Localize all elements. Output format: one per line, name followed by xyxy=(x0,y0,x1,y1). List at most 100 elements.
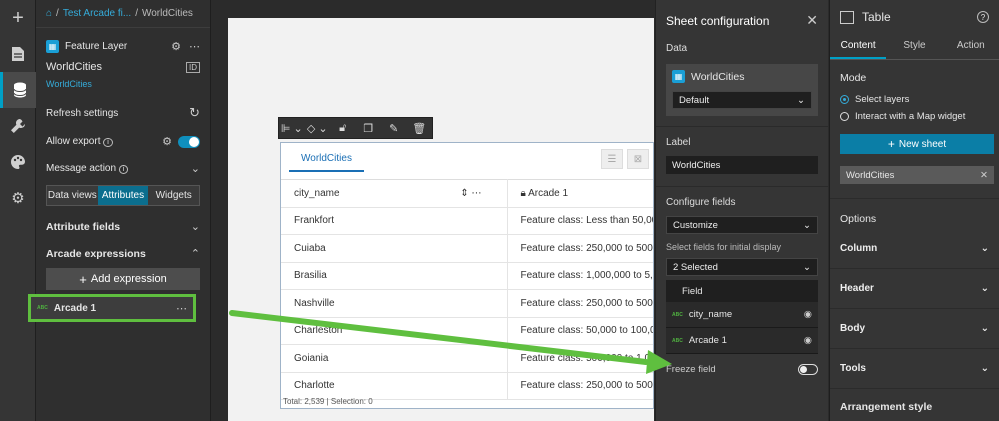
table-settings-panel: Table ? Content Style Action Mode Select… xyxy=(829,0,999,421)
help-icon[interactable]: ? xyxy=(977,11,989,23)
table-footer: Total: 2,539 | Selection: 0 xyxy=(283,397,373,406)
data-source-name: WorldCities xyxy=(691,70,745,83)
column-header-arcade[interactable]: 🔒︎ Arcade 1 xyxy=(507,179,653,208)
arcade-expressions-heading: Arcade expressions xyxy=(46,247,146,260)
table-tab[interactable]: WorldCities xyxy=(289,147,364,172)
radio-select-layers[interactable]: Select layers xyxy=(830,84,999,105)
data-source-card: ▦ WorldCities Default ⌄ xyxy=(666,64,818,116)
data-icon[interactable] xyxy=(0,72,36,108)
breadcrumb-link[interactable]: Test Arcade fi... xyxy=(63,8,131,19)
delete-icon[interactable]: 🗑︎ xyxy=(407,122,433,135)
text-field-icon: ABC xyxy=(672,337,683,344)
radio-map-widget[interactable]: Interact with a Map widget xyxy=(830,105,999,122)
plus-icon: + xyxy=(887,137,895,151)
table-row[interactable]: NashvilleFeature class: 250,000 to 500,0… xyxy=(281,289,653,318)
sheet-config-title: Sheet configuration xyxy=(666,13,770,28)
clear-selection-icon[interactable]: ⊠ xyxy=(627,149,649,169)
selected-fields-select[interactable]: 2 Selected ⌄ xyxy=(666,258,818,276)
arrangement-style-heading: Arrangement style xyxy=(840,401,933,413)
table-row[interactable]: CuiabaFeature class: 250,000 to 500,000 xyxy=(281,234,653,263)
text-field-icon: ABC xyxy=(37,305,48,311)
chevron-down-icon: ⌄ xyxy=(980,243,989,254)
widget-title: Table xyxy=(862,10,891,24)
id-icon[interactable]: ID xyxy=(186,61,200,73)
accordion-header[interactable]: Header ⌄ xyxy=(830,269,999,309)
plus-icon[interactable]: + xyxy=(0,0,36,36)
table-row[interactable]: Charleston Feature class: 50,000 to 100,0… xyxy=(281,317,653,345)
arcade-expression-item[interactable]: ABC Arcade 1 ⋯ xyxy=(28,294,196,322)
chevron-up-icon[interactable]: ⌃ xyxy=(191,247,200,260)
accordion-body[interactable]: Body ⌄ xyxy=(830,309,999,349)
chevron-down-icon: ⌄ xyxy=(980,283,989,294)
info-icon[interactable]: i xyxy=(118,165,129,174)
export-settings-icon[interactable]: ⚙ xyxy=(162,135,172,148)
data-view-select[interactable]: Default ⌄ xyxy=(672,91,812,109)
freeze-field-toggle[interactable] xyxy=(798,364,818,375)
accordion-column[interactable]: Column ⌄ xyxy=(830,229,999,269)
page-icon[interactable] xyxy=(0,36,36,72)
attribute-fields-heading: Attribute fields xyxy=(46,220,121,233)
gear-icon[interactable]: ⚙ xyxy=(0,180,36,216)
label-input[interactable]: WorldCities xyxy=(666,156,818,174)
sort-icon[interactable]: ⇕ ⋯ xyxy=(460,188,481,199)
layer-name: WorldCities xyxy=(46,61,103,73)
layer-link[interactable]: WorldCities xyxy=(46,79,92,89)
add-expression-button[interactable]: + Add expression xyxy=(46,268,200,290)
table-row[interactable]: GoianiaFeature class: 500,000 to 1,000,0… xyxy=(281,344,653,373)
mode-heading: Mode xyxy=(840,72,867,84)
table-row[interactable]: CharlotteFeature class: 250,000 to 500,0… xyxy=(281,372,653,400)
align-icon[interactable]: ⊫ ⌄ xyxy=(279,122,305,135)
tab-attributes[interactable]: Attributes xyxy=(97,186,149,205)
field-row-city-name[interactable]: ABC city_name ◉ xyxy=(666,302,818,328)
plus-icon: + xyxy=(79,271,87,287)
palette-icon[interactable] xyxy=(0,144,36,180)
tab-data-views[interactable]: Data views xyxy=(47,186,98,205)
chevron-down-icon: ⌄ xyxy=(980,323,989,334)
options-heading: Options xyxy=(840,213,877,225)
info-icon[interactable]: i xyxy=(103,138,113,147)
table-row[interactable]: Frankfort Feature class: Less than 50,000 xyxy=(281,207,653,235)
field-row-arcade[interactable]: ABC Arcade 1 ◉ xyxy=(666,328,818,354)
settings-icon[interactable]: ⚙ xyxy=(171,40,181,53)
lock-icon[interactable]: 🔓︎ xyxy=(330,122,356,135)
layer-type: Feature Layer xyxy=(65,41,128,52)
table-row[interactable]: BrasiliaFeature class: 1,000,000 to 5,00… xyxy=(281,262,653,290)
refresh-icon[interactable]: ↻ xyxy=(189,105,200,121)
table-widget[interactable]: WorldCities ☰ ⊠ city_name ⇕ ⋯ 🔒︎ Arcade … xyxy=(280,142,654,409)
attribute-table: city_name ⇕ ⋯ 🔒︎ Arcade 1 Frankfort Featu… xyxy=(281,179,653,400)
copy-icon[interactable]: ❐ xyxy=(356,122,382,135)
chevron-down-icon: ⌄ xyxy=(803,261,811,273)
chevron-down-icon[interactable]: ⌄ xyxy=(191,162,200,175)
column-header-city-name[interactable]: city_name ⇕ ⋯ xyxy=(281,179,508,208)
chevron-down-icon: ⌄ xyxy=(980,363,989,374)
left-rail: + ⚙ xyxy=(0,0,36,421)
wrench-icon[interactable] xyxy=(0,108,36,144)
tab-style[interactable]: Style xyxy=(886,34,942,59)
home-icon[interactable]: ⌂ xyxy=(46,8,52,19)
feature-layer-icon: ▦ xyxy=(672,70,685,83)
widget-settings-panel: ⌂ / Test Arcade fi... / WorldCities ▦ Fe… xyxy=(36,0,211,421)
layers-icon[interactable]: ◇ ⌄ xyxy=(305,122,331,135)
eye-icon[interactable]: ◉ xyxy=(804,309,812,320)
customize-select[interactable]: Customize ⌄ xyxy=(666,216,818,234)
allow-export-toggle[interactable] xyxy=(178,135,200,148)
more-icon[interactable]: ⋯ xyxy=(176,302,187,315)
eye-icon[interactable]: ◉ xyxy=(804,335,812,346)
chevron-down-icon[interactable]: ⌄ xyxy=(191,220,200,233)
more-icon[interactable]: ⋯ xyxy=(189,40,200,53)
sheet-item[interactable]: WorldCities ✕ xyxy=(840,166,994,184)
tab-content[interactable]: Content xyxy=(830,34,887,59)
data-heading: Data xyxy=(666,43,688,54)
tab-widgets[interactable]: Widgets xyxy=(148,186,200,205)
show-selection-icon[interactable]: ☰ xyxy=(601,149,623,169)
new-sheet-button[interactable]: + New sheet xyxy=(840,134,994,154)
edit-icon[interactable]: ✎ xyxy=(381,122,407,135)
close-icon[interactable]: ✕ xyxy=(806,12,818,29)
table-icon xyxy=(840,10,854,24)
tab-action[interactable]: Action xyxy=(943,34,999,59)
close-icon[interactable]: ✕ xyxy=(980,170,988,181)
sheet-configuration-panel: Sheet configuration ✕ Data ▦ WorldCities… xyxy=(655,0,828,421)
radio-icon xyxy=(840,95,849,104)
radio-icon xyxy=(840,112,849,121)
accordion-tools[interactable]: Tools ⌄ xyxy=(830,349,999,389)
